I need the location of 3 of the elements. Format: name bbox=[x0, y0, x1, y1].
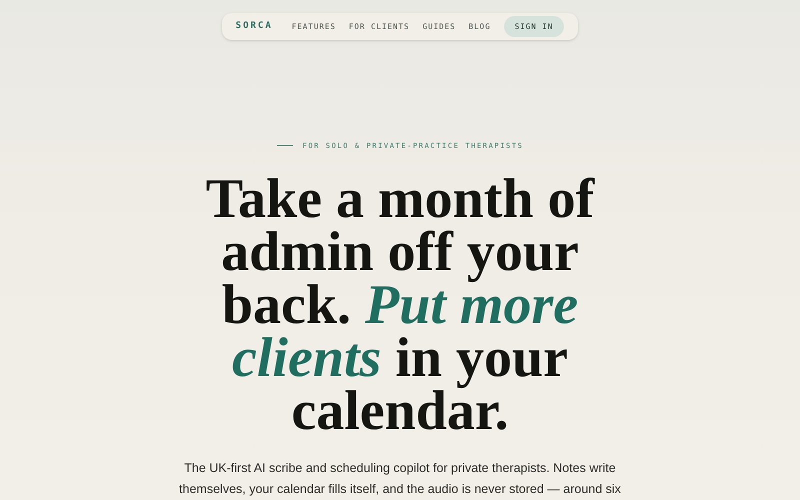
lead-paragraph: The UK-first AI scribe and scheduling copilot for private therapists. Notes write themselves, your calendar fills itself, and the audio is never stored — around six bbox=[178, 460, 622, 498]
headline: Take a month of admin off your back. Put more clients in your calendar. bbox=[204, 173, 596, 438]
brand-logo[interactable]: SORCA bbox=[236, 20, 273, 33]
